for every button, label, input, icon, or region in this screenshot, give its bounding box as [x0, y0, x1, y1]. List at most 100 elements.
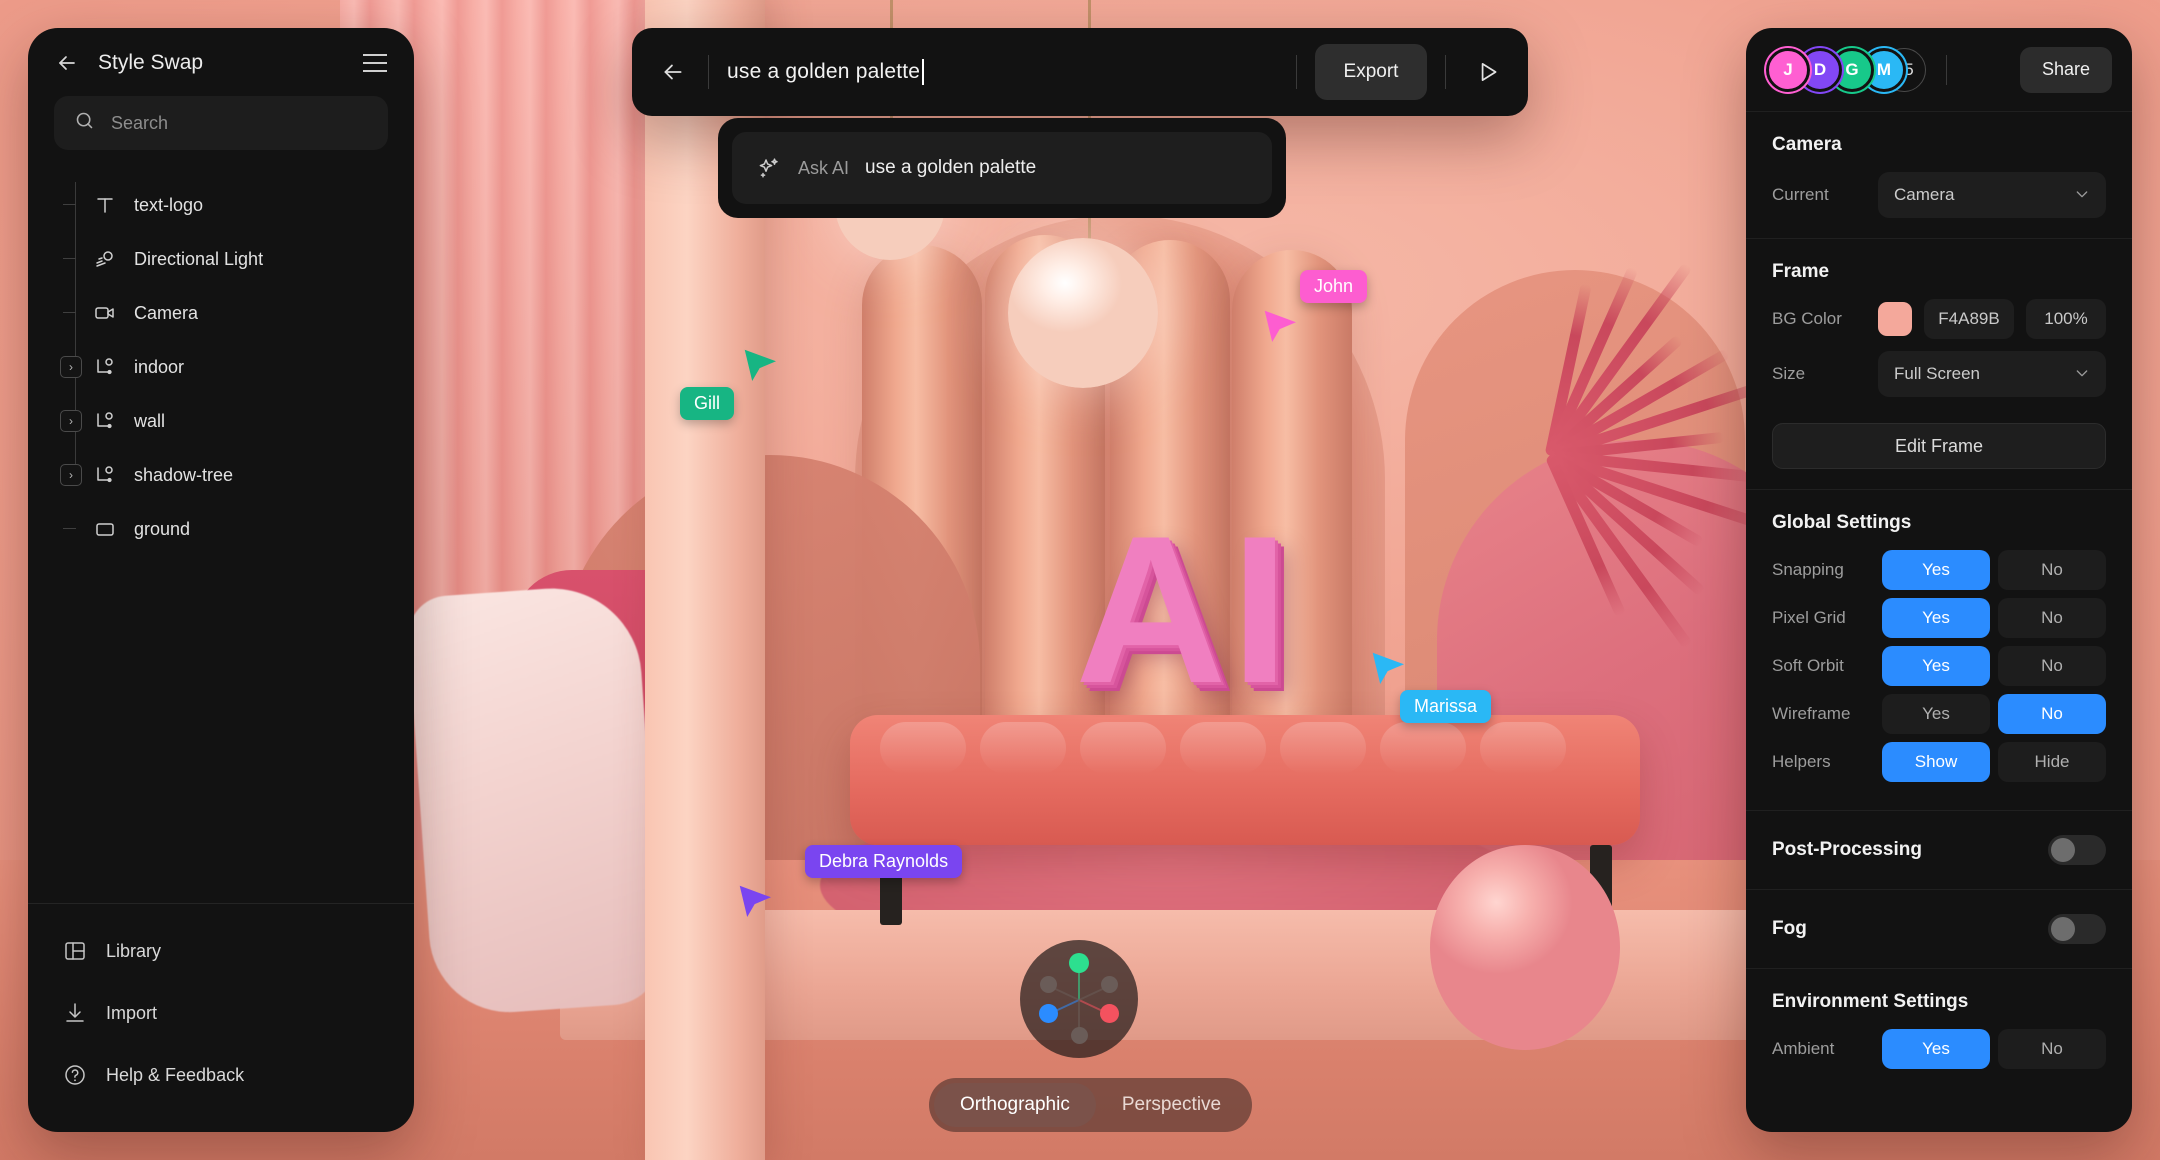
plane-square-icon — [88, 516, 122, 542]
scene-throw-blanket — [405, 582, 665, 1018]
fog-section: Fog — [1746, 890, 2132, 969]
scene-egg-sphere — [1430, 845, 1620, 1050]
chevron-down-icon — [2074, 365, 2090, 384]
fog-label: Fog — [1772, 918, 1807, 939]
gizmo-axis-y-neg-handle[interactable] — [1070, 1026, 1088, 1044]
bg-color-hex-field[interactable]: F4A89B — [1924, 299, 2014, 339]
camera-current-select[interactable]: Camera — [1878, 172, 2106, 218]
tree-item-label: Directional Light — [134, 248, 264, 269]
tree-item-label: text-logo — [134, 194, 204, 215]
setting-option-yes[interactable]: Yes — [1882, 694, 1990, 734]
setting-option-hide[interactable]: Hide — [1998, 742, 2106, 782]
post-processing-toggle[interactable] — [2048, 835, 2106, 865]
tree-item-wall[interactable]: › wall — [28, 394, 414, 448]
search-icon — [74, 110, 95, 136]
gizmo-axis-x-handle[interactable] — [1100, 1003, 1120, 1023]
expand-chevron-right-icon[interactable]: › — [60, 464, 82, 486]
directional-light-icon — [88, 246, 122, 272]
text-caret — [922, 59, 925, 85]
sidebar-search[interactable] — [54, 96, 388, 150]
setting-option-no[interactable]: No — [1998, 646, 2106, 686]
prompt-back-arrow-icon[interactable] — [656, 55, 690, 89]
setting-option-yes[interactable]: Yes — [1882, 646, 1990, 686]
setting-option-no[interactable]: No — [1998, 550, 2106, 590]
frame-size-value: Full Screen — [1894, 364, 1980, 383]
frame-size-row: Size Full Screen — [1772, 351, 2106, 397]
header-divider — [1946, 54, 1947, 85]
bg-color-swatch[interactable] — [1878, 302, 1912, 336]
sidebar-footer-help-feedback[interactable]: Help & Feedback — [28, 1044, 414, 1106]
setting-option-yes[interactable]: Yes — [1882, 550, 1990, 590]
gizmo-axis-z-neg-handle[interactable] — [1101, 976, 1119, 994]
search-input[interactable] — [111, 112, 368, 134]
sidebar-footer-label: Library — [106, 940, 162, 961]
collaborators-header: JDGM 5 Share — [1746, 28, 2132, 112]
tree-item-label: shadow-tree — [134, 464, 234, 485]
tree-item-directional-light[interactable]: Directional Light — [28, 232, 414, 286]
tree-branch-dash — [60, 194, 82, 216]
cursor-name-tag: John — [1300, 270, 1368, 303]
question-circle-icon — [62, 1062, 88, 1088]
camera-current-label: Current — [1772, 185, 1829, 204]
tree-item-ground[interactable]: ground — [28, 502, 414, 556]
camera-current-value: Camera — [1894, 185, 1955, 204]
setting-option-no[interactable]: No — [1998, 598, 2106, 638]
avatar-initial: M — [1876, 59, 1892, 79]
frame-section: Frame BG Color F4A89B 100% Size Full Scr… — [1746, 239, 2132, 490]
library-panel-icon — [62, 938, 88, 964]
orbit-axis-gizmo[interactable] — [1020, 940, 1138, 1058]
avatar-initial: G — [1845, 59, 1859, 79]
projection-perspective[interactable]: Perspective — [1096, 1083, 1247, 1127]
avatar-stack: JDGM — [1766, 47, 1906, 92]
setting-option-yes[interactable]: Yes — [1882, 1029, 1990, 1069]
sidebar-footer-import[interactable]: Import — [28, 982, 414, 1044]
projection-orthographic[interactable]: Orthographic — [934, 1083, 1096, 1127]
export-button[interactable]: Export — [1315, 44, 1427, 100]
fog-toggle[interactable] — [2048, 914, 2106, 944]
global-settings-rows: Snapping Yes No Pixel Grid Yes No Soft Orbit Ye… — [1772, 550, 2106, 782]
frame-heading: Frame — [1772, 261, 1830, 282]
gizmo-axis-x-neg-handle[interactable] — [1039, 976, 1057, 994]
post-processing-label: Post-Processing — [1772, 839, 1922, 860]
edit-frame-button[interactable]: Edit Frame — [1772, 423, 2106, 469]
setting-option-no[interactable]: No — [1998, 694, 2106, 734]
prompt-divider — [708, 55, 709, 89]
scene-bench-tuft — [1280, 722, 1366, 774]
setting-row-helpers: Helpers Show Hide — [1772, 742, 2106, 782]
setting-option-yes[interactable]: Yes — [1882, 598, 1990, 638]
share-button[interactable]: Share — [2019, 46, 2112, 93]
cursor-name-tag: Marissa — [1400, 690, 1492, 723]
expand-chevron-right-icon[interactable]: › — [60, 410, 82, 432]
gizmo-axis-y-handle[interactable] — [1069, 953, 1089, 973]
hamburger-menu-icon[interactable] — [362, 50, 388, 76]
avatar-j[interactable]: J — [1766, 47, 1810, 92]
frame-size-select[interactable]: Full Screen — [1878, 351, 2106, 397]
scene-bench-tuft — [1080, 722, 1166, 774]
sidebar-footer-library[interactable]: Library — [28, 920, 414, 982]
setting-label: Ambient — [1772, 1039, 1835, 1058]
ask-ai-suggestion-item[interactable]: Ask AI use a golden palette — [732, 132, 1272, 204]
prompt-divider — [1445, 55, 1446, 89]
setting-label: Pixel Grid — [1772, 608, 1846, 627]
tree-item-indoor[interactable]: › indoor — [28, 340, 414, 394]
tree-branch-dash — [60, 518, 82, 540]
gizmo-axis-z-handle[interactable] — [1038, 1003, 1058, 1023]
bg-color-opacity-field[interactable]: 100% — [2026, 299, 2106, 339]
tree-item-text-logo[interactable]: text-logo — [28, 178, 414, 232]
chevron-down-icon — [2074, 186, 2090, 205]
download-import-icon — [62, 1000, 88, 1026]
camera-heading: Camera — [1772, 134, 1842, 155]
setting-option-show[interactable]: Show — [1882, 742, 1990, 782]
post-processing-section: Post-Processing — [1746, 811, 2132, 890]
back-arrow-icon[interactable] — [54, 50, 80, 76]
tree-item-shadow-tree[interactable]: › shadow-tree — [28, 448, 414, 502]
setting-row-soft-orbit: Soft Orbit Yes No — [1772, 646, 2106, 686]
setting-option-no[interactable]: No — [1998, 1029, 2106, 1069]
bg-color-row: BG Color F4A89B 100% — [1772, 299, 2106, 339]
tree-item-camera[interactable]: Camera — [28, 286, 414, 340]
play-triangle-icon[interactable] — [1464, 48, 1512, 96]
ask-ai-suggestion-popover: Ask AI use a golden palette — [718, 118, 1286, 218]
group-node-icon — [88, 354, 122, 380]
expand-chevron-right-icon[interactable]: › — [60, 356, 82, 378]
prompt-input[interactable]: use a golden palette — [727, 59, 1278, 85]
